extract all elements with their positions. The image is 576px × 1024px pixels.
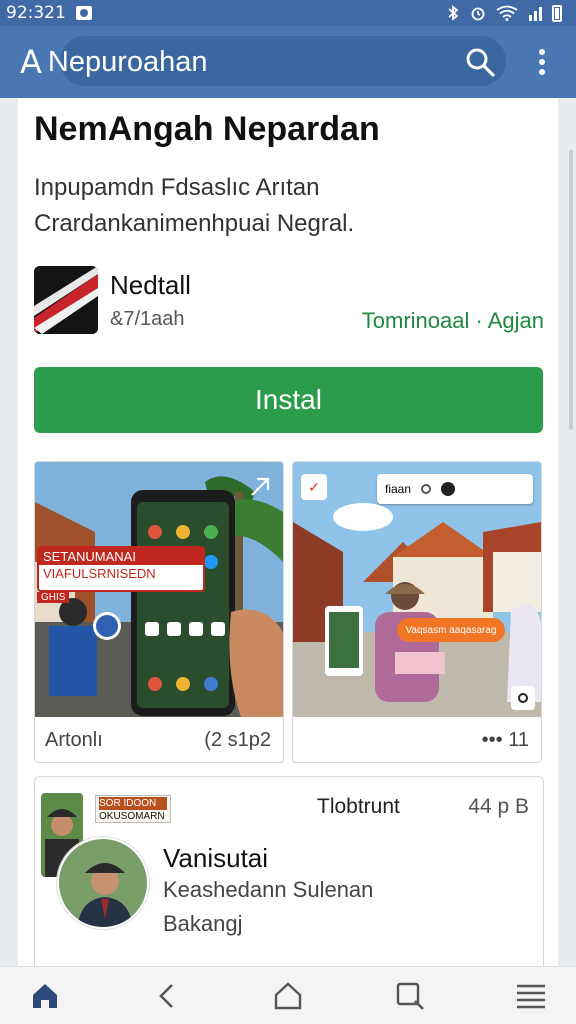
description-line: Inpupamdn Fdsaslıc Arıtan bbox=[34, 174, 320, 201]
screenshot-meta: (2 s1p2 bbox=[204, 729, 271, 751]
screenshot-overlay: Vaqsasm aaqasarag bbox=[397, 618, 505, 642]
screenshot-card[interactable]: fiaan ✓ Vaqsasm aaqasarag ••• 11 bbox=[292, 461, 542, 763]
app-size: &7/1aah bbox=[110, 308, 185, 330]
more-vert-icon[interactable] bbox=[532, 46, 552, 78]
screenshot-banner: SETANUMANAI VIAFULSRNISEDN bbox=[37, 546, 205, 592]
check-icon[interactable]: ✓ bbox=[301, 474, 327, 500]
description-line: Crardankanimenhpuai Negral. bbox=[34, 210, 355, 237]
menu-icon[interactable] bbox=[514, 979, 548, 1013]
avatar-icon bbox=[441, 482, 456, 496]
home-icon[interactable] bbox=[271, 979, 305, 1013]
app-bar: A Nepuroahan bbox=[0, 26, 576, 98]
camera-icon[interactable] bbox=[511, 686, 535, 710]
banner-line: SETANUMANAI bbox=[39, 548, 203, 565]
recents-icon[interactable] bbox=[393, 979, 427, 1013]
screenshot-card[interactable]: SETANUMANAI VIAFULSRNISEDN GHIS Artonlı … bbox=[34, 461, 284, 763]
wifi-icon bbox=[496, 5, 518, 21]
app-icon bbox=[34, 266, 98, 334]
app-bar-title: Nepuroahan bbox=[47, 45, 208, 78]
screenshot-caption: Artonlı bbox=[45, 729, 103, 751]
screenshot-image: SETANUMANAI VIAFULSRNISEDN GHIS bbox=[35, 462, 283, 717]
status-bar: 92:321 bbox=[0, 0, 576, 26]
signal-icon bbox=[529, 7, 542, 21]
app-info-row[interactable]: Nedtall &7/1aah Tomrinoaal · Agjan bbox=[34, 266, 544, 336]
review-label: Tlobtrunt bbox=[317, 795, 400, 818]
notification-icon bbox=[75, 6, 92, 20]
reviewer-name: Vanisutai bbox=[163, 843, 269, 873]
home-filled-icon[interactable] bbox=[28, 979, 62, 1013]
screenshot-meta: ••• 11 bbox=[481, 729, 529, 751]
badge-line: SOR IDOON bbox=[99, 797, 167, 810]
record-icon bbox=[421, 484, 432, 494]
scrollbar[interactable] bbox=[569, 150, 573, 430]
toolbar-text: fiaan bbox=[385, 482, 412, 496]
search-icon[interactable] bbox=[464, 46, 496, 78]
screenshot-image: fiaan ✓ Vaqsasm aaqasarag bbox=[293, 462, 541, 717]
review-card[interactable]: SOR IDOON OKUSOMARN Tlobtrunt 44 p B Van… bbox=[34, 776, 544, 966]
install-button[interactable]: Instal bbox=[34, 367, 543, 433]
back-icon[interactable] bbox=[150, 979, 184, 1013]
review-badge: SOR IDOON OKUSOMARN bbox=[95, 795, 171, 823]
banner-line: VIAFULSRNISEDN bbox=[43, 566, 156, 581]
status-icons bbox=[446, 4, 562, 22]
store-listing: NemAngah Nepardan Inpupamdn Fdsaslıc Arı… bbox=[18, 98, 558, 966]
status-time: 92:321 bbox=[6, 3, 66, 23]
app-name: Nedtall bbox=[110, 270, 191, 300]
avatar bbox=[57, 837, 149, 929]
review-text-line: Bakangj bbox=[163, 911, 243, 936]
review-text-line: Keashedann Sulenan bbox=[163, 877, 374, 902]
app-description: Inpupamdn Fdsaslıc Arıtan Crardankanimen… bbox=[34, 170, 544, 242]
alarm-icon bbox=[471, 7, 485, 21]
share-icon[interactable] bbox=[249, 476, 271, 498]
badge-line: OKUSOMARN bbox=[99, 811, 165, 822]
bottom-nav bbox=[0, 966, 576, 1024]
screenshot-toolbar: fiaan bbox=[377, 474, 533, 504]
banner-line: GHIS bbox=[37, 592, 70, 603]
developer-link[interactable]: Tomrinoaal · Agjan bbox=[362, 308, 544, 334]
battery-icon bbox=[552, 4, 562, 22]
page-title: NemAngah Nepardan bbox=[34, 110, 380, 148]
bluetooth-icon bbox=[448, 5, 459, 21]
review-time: 44 p B bbox=[468, 795, 529, 818]
app-logo: A bbox=[20, 43, 42, 81]
